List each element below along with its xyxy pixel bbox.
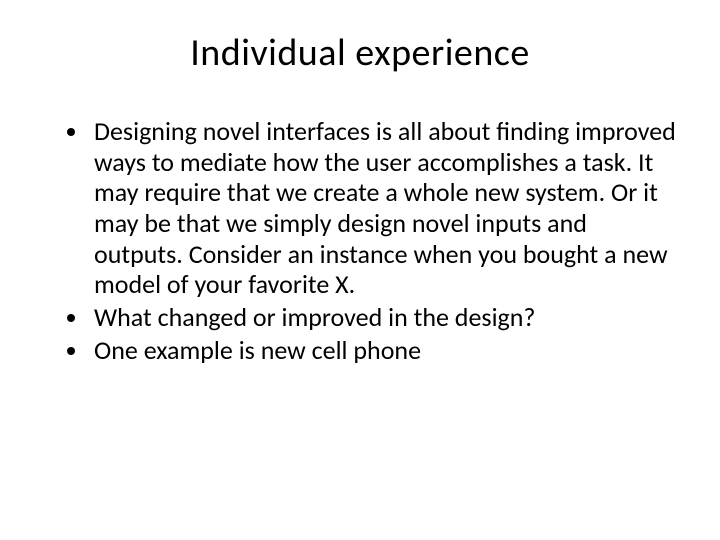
slide-title: Individual experience [40,30,680,76]
list-item: One example is new cell phone [90,335,680,366]
list-item: Designing novel interfaces is all about … [90,116,680,300]
list-item: What changed or improved in the design? [90,302,680,333]
slide: Individual experience Designing novel in… [0,0,720,540]
bullet-list: Designing novel interfaces is all about … [40,116,680,365]
